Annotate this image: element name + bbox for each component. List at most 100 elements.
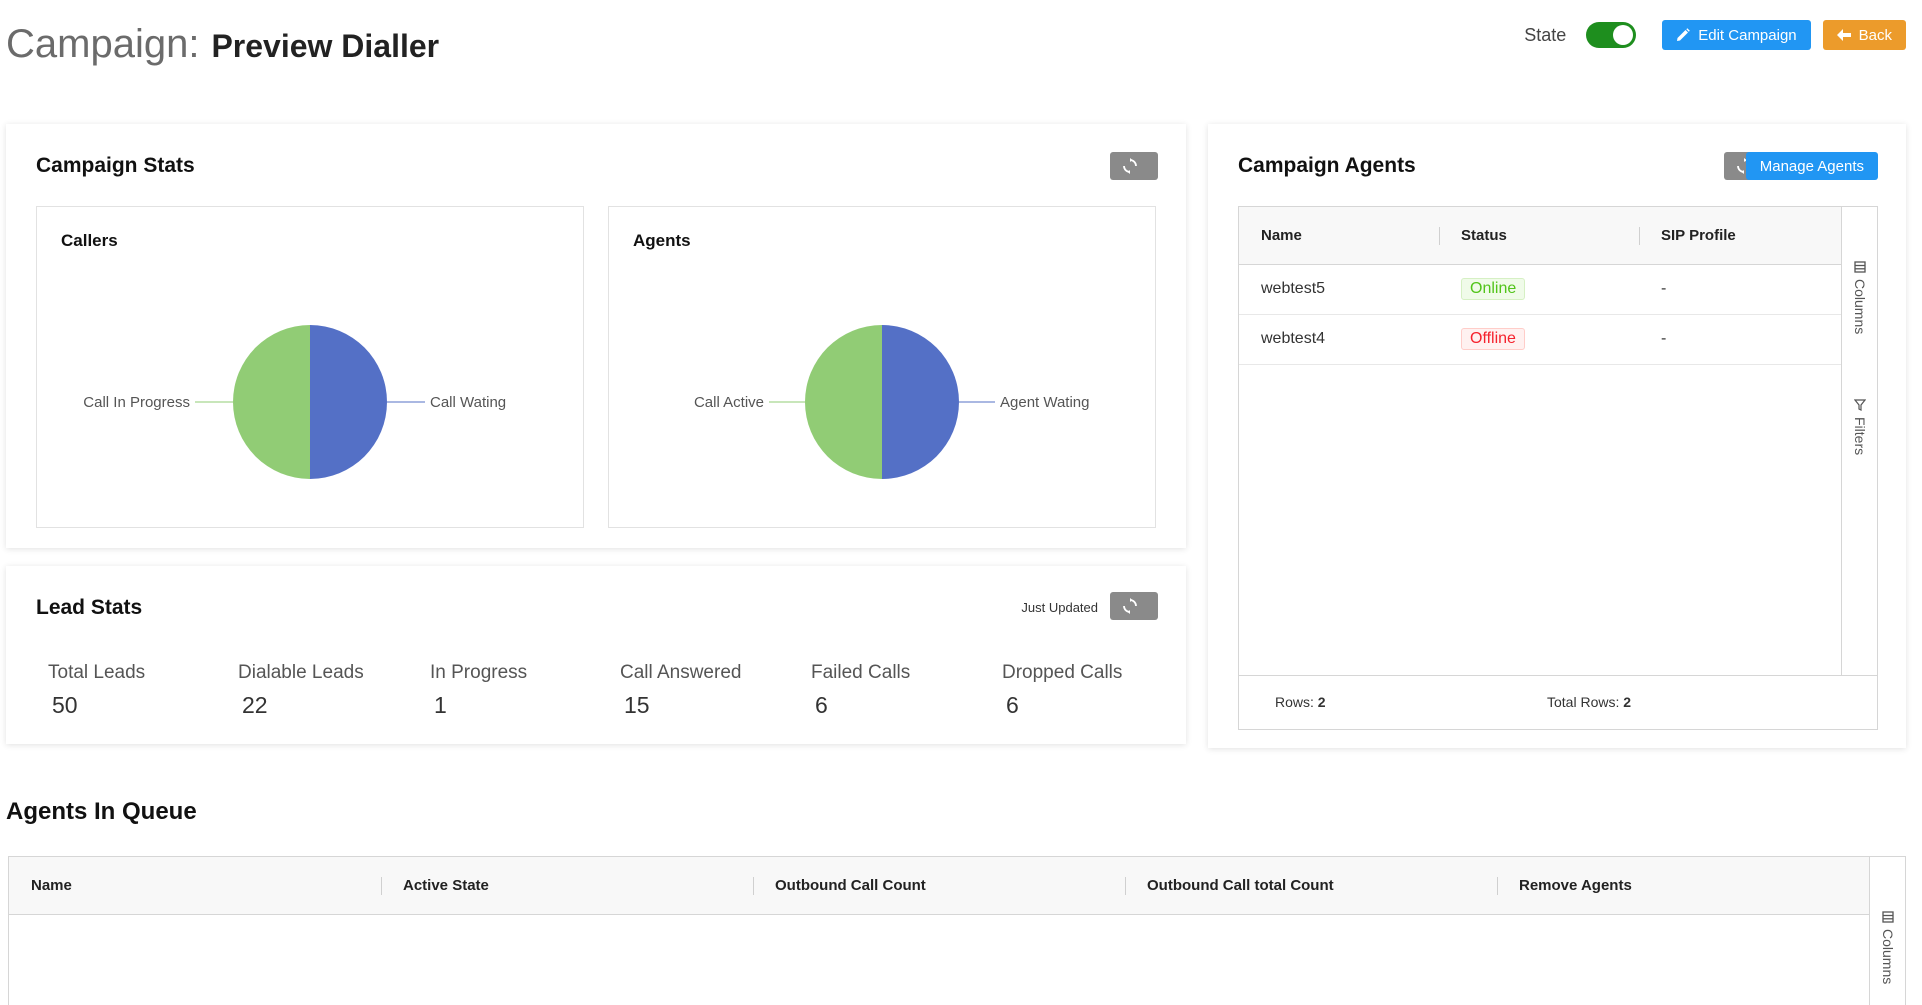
columns-icon <box>1882 911 1894 923</box>
table-row[interactable]: webtest5 Online - <box>1239 265 1842 315</box>
arrow-left-icon <box>1836 29 1851 41</box>
lead-stat-label: Total Leads <box>48 662 146 683</box>
campaign-agents-grid: Name Status SIP Profile webtest5 Online … <box>1238 206 1878 730</box>
column-header-active-state[interactable]: Active State <box>403 877 489 894</box>
lead-stats-title: Lead Stats <box>36 596 143 619</box>
rows-count-value: 2 <box>1317 694 1326 710</box>
campaign-agents-title: Campaign Agents <box>1238 154 1416 177</box>
refresh-stats-button[interactable] <box>1110 152 1158 180</box>
column-resizer[interactable] <box>381 877 382 895</box>
agents-right-label: Agent Wating <box>1000 394 1090 411</box>
pie-slice-call-active <box>805 325 882 479</box>
column-resizer[interactable] <box>1125 877 1126 895</box>
agents-in-queue-title: Agents In Queue <box>6 798 197 825</box>
columns-tool-label: Columns <box>1852 279 1868 335</box>
cell-agent-name: webtest4 <box>1261 330 1326 347</box>
total-rows-value: 2 <box>1623 694 1632 710</box>
agents-left-label: Call Active <box>694 394 764 411</box>
column-resizer[interactable] <box>1439 227 1440 245</box>
lead-stat-label: Call Answered <box>620 662 742 683</box>
status-badge: Online <box>1461 278 1526 300</box>
column-header-outbound-call-count[interactable]: Outbound Call Count <box>775 877 926 894</box>
agents-pie-chart: Call Active Agent Wating <box>694 325 1090 479</box>
column-header-name[interactable]: Name <box>1261 227 1302 244</box>
column-resizer[interactable] <box>753 877 754 895</box>
state-toggle-knob <box>1613 25 1634 45</box>
grid-side-bar: Columns <box>1869 857 1905 1005</box>
columns-tool-button[interactable]: Columns <box>1852 261 1868 334</box>
campaign-stats-title: Campaign Stats <box>36 154 195 177</box>
lead-stat-label: Failed Calls <box>811 662 911 683</box>
lead-stat-dropped-calls: Dropped Calls 6 <box>1002 662 1122 719</box>
column-header-name[interactable]: Name <box>31 877 72 894</box>
manage-agents-button[interactable]: Manage Agents <box>1745 152 1878 180</box>
callers-left-label: Call In Progress <box>83 394 190 411</box>
cell-agent-name: webtest5 <box>1261 280 1326 297</box>
grid-status-bar: Rows: 2 Total Rows: 2 <box>1239 675 1877 729</box>
pie-slice-agent-wating <box>882 325 959 479</box>
lead-stat-total-leads: Total Leads 50 <box>48 662 145 719</box>
refresh-icon <box>1123 158 1137 174</box>
refresh-icon <box>1123 598 1137 614</box>
table-row[interactable]: webtest4 Offline - <box>1239 315 1842 365</box>
callers-panel: Callers Call In Progress Call Wating <box>36 206 584 528</box>
lead-stat-label: Dialable Leads <box>238 662 364 683</box>
column-header-outbound-call-total-count[interactable]: Outbound Call total Count <box>1147 877 1334 894</box>
column-header-sip-profile[interactable]: SIP Profile <box>1661 227 1736 244</box>
lead-stat-value: 50 <box>52 692 78 718</box>
lead-stat-value: 22 <box>242 692 268 718</box>
lead-stat-value: 1 <box>434 692 447 718</box>
page-title-prefix: Campaign: <box>6 22 200 66</box>
grid-side-bar: Columns Filters <box>1841 207 1877 675</box>
total-rows-label: Total Rows: <box>1547 694 1620 710</box>
column-resizer[interactable] <box>1639 227 1640 245</box>
column-header-status[interactable]: Status <box>1461 227 1507 244</box>
campaign-agents-card: Campaign Agents Manage Agents Name Statu… <box>1208 124 1906 748</box>
lead-stat-in-progress: In Progress 1 <box>430 662 527 719</box>
columns-icon <box>1854 261 1866 273</box>
lead-stat-value: 6 <box>1006 692 1019 718</box>
page-title: Campaign: Preview Dialler <box>6 22 439 67</box>
state-label: State <box>1524 24 1567 45</box>
campaign-stats-card: Campaign Stats Callers Call In Progress … <box>6 124 1186 548</box>
lead-stat-value: 6 <box>815 692 828 718</box>
agents-panel: Agents Call Active Agent Wating <box>608 206 1156 528</box>
lead-stat-value: 15 <box>624 692 650 718</box>
columns-tool-button[interactable]: Columns <box>1880 911 1896 984</box>
lead-stat-label: In Progress <box>430 662 528 683</box>
total-rows-count: Total Rows: 2 <box>1547 694 1631 710</box>
pencil-icon <box>1677 28 1691 41</box>
status-badge: Offline <box>1461 328 1525 350</box>
cell-sip-profile: - <box>1661 280 1667 297</box>
rows-count-label: Rows: <box>1275 694 1314 710</box>
lead-stats-card: Lead Stats Just Updated Total Leads 50 D… <box>6 566 1186 744</box>
callers-right-label: Call Wating <box>430 394 506 411</box>
edit-campaign-label: Edit Campaign <box>1698 26 1797 44</box>
column-resizer[interactable] <box>1497 877 1498 895</box>
header-actions: State Edit Campaign Back <box>1524 20 1906 50</box>
agents-in-queue-grid: Name Active State Outbound Call Count Ou… <box>8 856 1906 1005</box>
campaign-name: Preview Dialler <box>211 28 440 64</box>
back-label: Back <box>1858 26 1892 44</box>
state-toggle[interactable] <box>1586 22 1637 48</box>
filters-tool-label: Filters <box>1852 417 1868 456</box>
filters-tool-button[interactable]: Filters <box>1852 399 1868 455</box>
pie-slice-call-wating <box>310 325 387 479</box>
edit-campaign-button[interactable]: Edit Campaign <box>1662 20 1811 50</box>
lead-stat-call-answered: Call Answered 15 <box>620 662 741 719</box>
grid-header: Name Status SIP Profile <box>1239 207 1842 265</box>
filter-icon <box>1854 399 1866 411</box>
refresh-leads-button[interactable] <box>1110 592 1158 620</box>
column-header-remove-agents[interactable]: Remove Agents <box>1519 877 1632 894</box>
cell-sip-profile: - <box>1661 330 1667 347</box>
rows-count: Rows: 2 <box>1275 694 1326 710</box>
campaign-page: Campaign: Preview Dialler State Edit Cam… <box>0 0 1922 1005</box>
callers-pie-chart: Call In Progress Call Wating <box>83 325 506 479</box>
grid-header: Name Active State Outbound Call Count Ou… <box>9 857 1869 915</box>
lead-stat-dialable-leads: Dialable Leads 22 <box>238 662 364 719</box>
pie-slice-call-in-progress <box>233 325 310 479</box>
lead-stat-failed-calls: Failed Calls 6 <box>811 662 910 719</box>
back-button[interactable]: Back <box>1822 20 1906 50</box>
lead-stat-label: Dropped Calls <box>1002 662 1123 683</box>
columns-tool-label: Columns <box>1880 929 1896 985</box>
